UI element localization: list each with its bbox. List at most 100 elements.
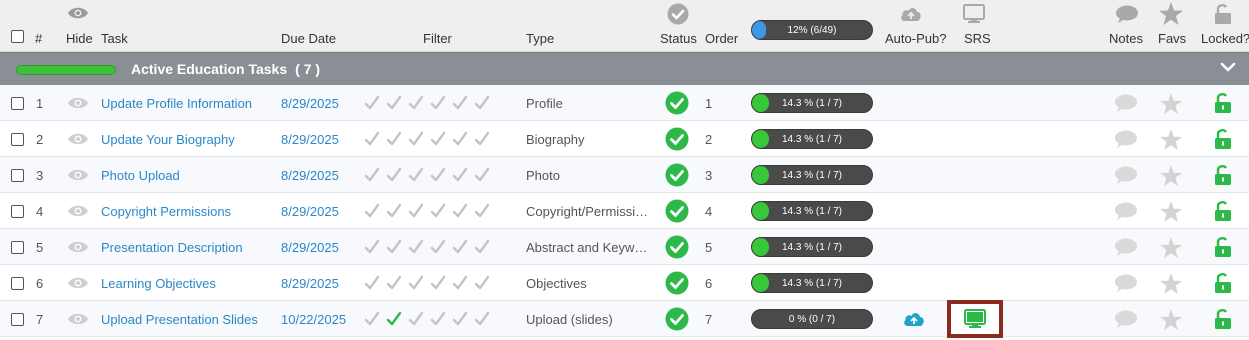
task-link[interactable]: Learning Objectives <box>101 265 216 301</box>
filter-check-icon[interactable] <box>408 131 424 147</box>
row-checkbox[interactable] <box>11 168 24 182</box>
filter-check-icon[interactable] <box>408 275 424 291</box>
filter-check-icon[interactable] <box>364 131 380 147</box>
header-order[interactable]: Order <box>705 31 738 46</box>
star-icon[interactable] <box>1160 265 1182 301</box>
filter-check-icon[interactable] <box>386 239 402 255</box>
filter-check-icon[interactable] <box>364 239 380 255</box>
status-complete-icon[interactable] <box>665 301 689 337</box>
due-date-link[interactable]: 8/29/2025 <box>281 229 339 265</box>
row-checkbox[interactable] <box>11 240 24 254</box>
cloud-upload-icon[interactable] <box>902 301 926 337</box>
filter-check-icon[interactable] <box>474 275 490 291</box>
unlock-icon[interactable] <box>1214 229 1232 265</box>
task-link[interactable]: Presentation Description <box>101 229 243 265</box>
filter-check-icon[interactable] <box>452 131 468 147</box>
table-row[interactable]: 1 Update Profile Information 8/29/2025 Prof… <box>0 85 1249 121</box>
filter-check-icon[interactable] <box>452 95 468 111</box>
status-complete-icon[interactable] <box>665 157 689 193</box>
filter-check-active-icon[interactable] <box>386 311 402 327</box>
due-date-link[interactable]: 8/29/2025 <box>281 265 339 301</box>
task-link[interactable]: Copyright Permissions <box>101 193 231 229</box>
chevron-down-icon[interactable] <box>1220 61 1236 76</box>
status-complete-icon[interactable] <box>665 193 689 229</box>
filter-check-icon[interactable] <box>364 95 380 111</box>
table-row[interactable]: 7 Upload Presentation Slides 10/22/2025 Upl… <box>0 300 1249 338</box>
filter-check-icon[interactable] <box>386 275 402 291</box>
due-date-link[interactable]: 10/22/2025 <box>281 301 346 337</box>
filter-check-icon[interactable] <box>386 203 402 219</box>
due-date-link[interactable]: 8/29/2025 <box>281 193 339 229</box>
due-date-link[interactable]: 8/29/2025 <box>281 85 339 121</box>
filter-check-icon[interactable] <box>386 131 402 147</box>
filter-check-icon[interactable] <box>408 95 424 111</box>
filter-check-icon[interactable] <box>430 95 446 111</box>
filter-check-icon[interactable] <box>452 203 468 219</box>
filter-check-icon[interactable] <box>474 131 490 147</box>
due-date-link[interactable]: 8/29/2025 <box>281 121 339 157</box>
filter-check-icon[interactable] <box>408 167 424 183</box>
filter-check-icon[interactable] <box>452 275 468 291</box>
filter-check-icon[interactable] <box>430 311 446 327</box>
star-icon[interactable] <box>1160 157 1182 193</box>
header-srs[interactable]: SRS <box>964 31 991 46</box>
header-auto-pub[interactable]: Auto-Pub? <box>885 31 946 46</box>
filter-check-icon[interactable] <box>386 95 402 111</box>
header-due-date[interactable]: Due Date <box>281 31 336 46</box>
comment-icon[interactable] <box>1114 121 1138 157</box>
task-link[interactable]: Update Profile Information <box>101 85 252 121</box>
comment-icon[interactable] <box>1114 193 1138 229</box>
table-row[interactable]: 3 Photo Upload 8/29/2025 Photo 3 14.3 % (1 / … <box>0 157 1249 193</box>
table-row[interactable]: 5 Presentation Description 8/29/2025 Abstra… <box>0 229 1249 265</box>
filter-check-icon[interactable] <box>474 167 490 183</box>
filter-check-icon[interactable] <box>430 275 446 291</box>
filter-check-icon[interactable] <box>430 167 446 183</box>
comment-icon[interactable] <box>1114 301 1138 337</box>
eye-icon[interactable] <box>67 229 89 265</box>
filter-check-icon[interactable] <box>452 311 468 327</box>
eye-icon[interactable] <box>67 121 89 157</box>
header-notes[interactable]: Notes <box>1109 31 1143 46</box>
filter-check-icon[interactable] <box>364 275 380 291</box>
filter-check-icon[interactable] <box>474 311 490 327</box>
status-complete-icon[interactable] <box>665 265 689 301</box>
filter-check-icon[interactable] <box>430 131 446 147</box>
row-checkbox[interactable] <box>11 276 24 290</box>
group-header-bar[interactable]: Active Education Tasks ( 7 ) <box>0 52 1249 85</box>
star-icon[interactable] <box>1160 121 1182 157</box>
table-row[interactable]: 4 Copyright Permissions 8/29/2025 Copyright… <box>0 193 1249 229</box>
row-checkbox[interactable] <box>11 312 24 326</box>
header-hide[interactable]: Hide <box>66 31 93 46</box>
star-icon[interactable] <box>1160 301 1182 337</box>
filter-check-icon[interactable] <box>430 239 446 255</box>
filter-check-icon[interactable] <box>408 311 424 327</box>
eye-icon[interactable] <box>67 85 89 121</box>
select-all-checkbox[interactable] <box>11 30 24 43</box>
unlock-icon[interactable] <box>1214 85 1232 121</box>
row-checkbox[interactable] <box>11 96 24 110</box>
eye-icon[interactable] <box>67 193 89 229</box>
unlock-icon[interactable] <box>1214 301 1232 337</box>
filter-check-icon[interactable] <box>408 203 424 219</box>
srs-monitor-button[interactable] <box>947 300 1003 338</box>
task-link[interactable]: Photo Upload <box>101 157 180 193</box>
filter-check-icon[interactable] <box>364 311 380 327</box>
row-checkbox[interactable] <box>11 132 24 146</box>
eye-icon[interactable] <box>67 265 89 301</box>
status-complete-icon[interactable] <box>665 229 689 265</box>
eye-icon[interactable] <box>67 301 89 337</box>
unlock-icon[interactable] <box>1214 193 1232 229</box>
table-row[interactable]: 2 Update Your Biography 8/29/2025 Biography… <box>0 121 1249 157</box>
star-icon[interactable] <box>1160 85 1182 121</box>
comment-icon[interactable] <box>1114 229 1138 265</box>
eye-icon[interactable] <box>67 157 89 193</box>
star-icon[interactable] <box>1160 229 1182 265</box>
header-filter[interactable]: Filter <box>423 31 452 46</box>
unlock-icon[interactable] <box>1214 157 1232 193</box>
filter-check-icon[interactable] <box>474 95 490 111</box>
comment-icon[interactable] <box>1114 85 1138 121</box>
comment-icon[interactable] <box>1114 265 1138 301</box>
filter-check-icon[interactable] <box>474 203 490 219</box>
filter-check-icon[interactable] <box>408 239 424 255</box>
filter-check-icon[interactable] <box>452 239 468 255</box>
